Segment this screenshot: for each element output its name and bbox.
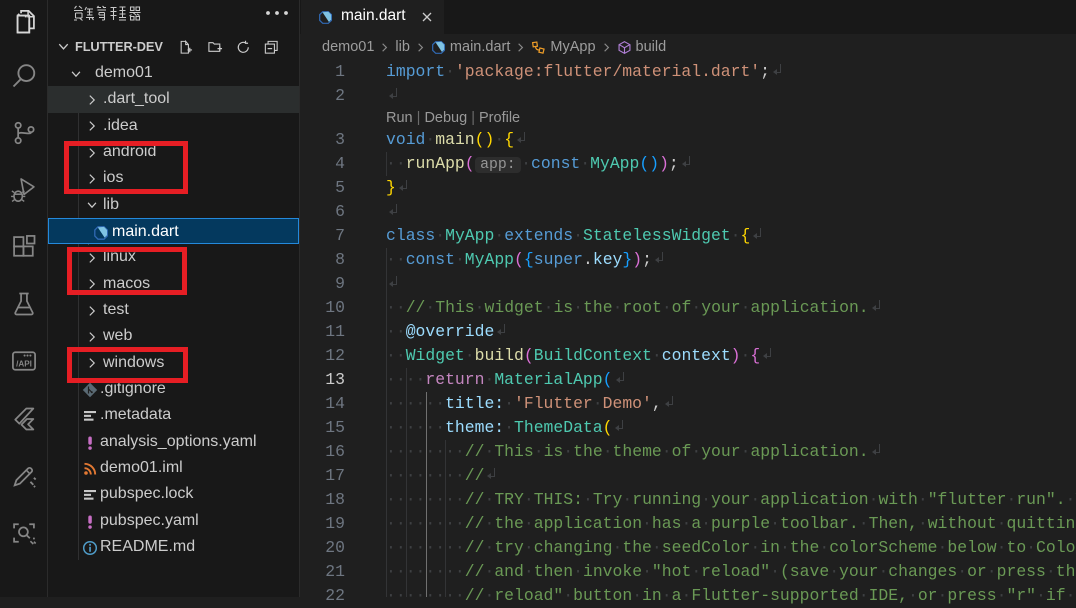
svg-text:/API: /API [16, 359, 32, 368]
